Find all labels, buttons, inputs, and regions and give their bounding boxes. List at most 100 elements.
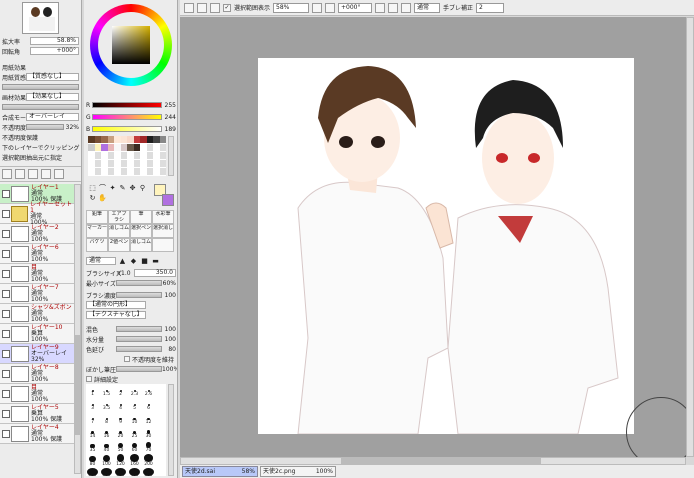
new-folder-icon[interactable] [15,169,25,179]
brush-size-cell[interactable]: 400 [128,468,141,476]
move-icon[interactable]: ✥ [128,184,137,193]
texture-slider[interactable] [2,84,79,90]
brush-size-cell[interactable]: 10 [128,412,141,425]
toolbar-angle-select[interactable]: +000° [338,2,373,13]
visibility-icon[interactable] [2,369,10,378]
zoom-field[interactable]: 58.8% [30,37,79,45]
detail-toggle-icon[interactable] [86,376,92,382]
brush-size-cell[interactable]: 4 [114,398,127,411]
brush-size-cell[interactable]: 500 [142,468,155,476]
toolbar-button-2[interactable] [197,2,207,13]
brush-shape-icon-1[interactable]: ▲ [118,257,127,266]
brush-size-cell[interactable]: 3.5 [100,398,113,411]
detail-row[interactable]: 詳細設定 [84,374,177,384]
toolbar-button-3[interactable] [210,2,220,13]
brush-size-cell[interactable]: 12 [142,412,155,425]
water-slider[interactable] [116,336,162,342]
brush-tool-button[interactable]: 2値ペン [108,238,130,252]
marquee-icon[interactable]: ⬚ [88,184,97,193]
brush-size-cell[interactable]: 100 [100,454,113,467]
brush-size-cell[interactable]: 300 [100,468,113,476]
toolbar-blend-select[interactable]: 通常 [414,2,441,13]
visibility-icon[interactable] [2,269,10,278]
merge-down-icon[interactable] [41,169,51,179]
swatch-grid[interactable] [88,136,166,176]
color-square[interactable] [112,26,150,64]
rotate-right-icon[interactable] [388,2,399,13]
layer-row[interactable]: レイヤー8 通常 100% [0,364,74,384]
b-slider[interactable] [92,126,162,132]
magic-wand-icon[interactable]: ✦ [108,184,117,193]
color-wheel[interactable] [90,4,172,86]
layer-row[interactable]: 目 通常 100% [0,264,74,284]
brush-size-cell[interactable]: 20 [114,426,127,439]
keep-opacity-checkbox[interactable] [124,356,130,362]
brush-tool-button[interactable]: マーカー [86,224,108,238]
brush-size-cell[interactable]: 5 [128,398,141,411]
stabilizer-select[interactable]: 2 [476,2,505,13]
brush-grid-scrollbar[interactable] [168,384,174,476]
color-swatch[interactable] [159,136,166,143]
brush-size-value[interactable]: 350.0 [134,269,176,277]
brush-size-cell[interactable]: 2 [114,384,127,397]
toolbar-zoom-select[interactable]: 58% [273,2,310,13]
layer-row[interactable]: レイヤー7 通常 100% [0,284,74,304]
visibility-icon[interactable] [2,329,10,338]
brush-size-cell[interactable]: 7 [86,412,99,425]
brush-shape-icon-3[interactable]: ■ [140,257,149,266]
canvas-v-scrollbar[interactable] [686,17,694,457]
protect-opacity-option[interactable]: 不透明度保護 [0,132,81,142]
canvas-h-scrollbar[interactable] [180,457,686,465]
layer-row[interactable]: 目 通常 100% [0,384,74,404]
visibility-icon[interactable] [2,429,10,438]
layer-row[interactable]: レイヤー2 通常 100% [0,224,74,244]
brush-tool-button[interactable]: 鉛筆 [86,210,108,224]
density-slider[interactable] [116,292,162,298]
lasso-icon[interactable]: ⌒ [98,184,107,193]
copy-layer-icon[interactable] [28,169,38,179]
layer-row[interactable]: レイヤー6 通常 100% [0,244,74,264]
layer-row[interactable]: シャツ&ズボン 通常 100% [0,304,74,324]
flip-icon[interactable] [401,2,412,13]
delete-layer-icon[interactable] [54,169,64,179]
visibility-icon[interactable] [2,189,10,198]
brush-size-cell[interactable]: 6 [142,398,155,411]
visibility-icon[interactable] [2,309,10,318]
brush-shape-icon-4[interactable]: ▬ [151,257,160,266]
brush-size-cell[interactable]: 25 [128,426,141,439]
g-slider[interactable] [92,114,162,120]
eyedropper-icon[interactable]: ✎ [118,184,127,193]
rotate-icon[interactable]: ↻ [88,194,97,203]
brush-size-cell[interactable]: 160 [128,454,141,467]
brush-size-mult[interactable]: ×1.0 [116,270,134,277]
brush-size-cell[interactable]: 16 [100,426,113,439]
brush-size-cell[interactable]: 350 [114,468,127,476]
brush-size-cell[interactable]: 1.5 [100,384,113,397]
brush-size-cell[interactable]: 3 [86,398,99,411]
visibility-icon[interactable] [2,249,10,258]
brush-texture-select[interactable]: 【テクスチャなし】 [86,311,146,319]
layer-row[interactable]: レイヤーセット1 通常 100% [0,201,74,225]
brush-size-cell[interactable]: 120 [114,454,127,467]
brush-size-cell[interactable]: 40 [100,440,113,453]
layer-row[interactable]: レイヤー10 乗算 100% [0,324,74,344]
new-layer-icon[interactable] [2,169,12,179]
min-size-slider[interactable] [116,280,162,286]
selection-source-option[interactable]: 選択範囲抽出元に指定 [0,152,81,162]
brush-tool-button[interactable] [152,238,174,252]
rotate-left-icon[interactable] [375,2,386,13]
brush-tool-button[interactable]: 選択消し [152,224,174,238]
effect-slider[interactable] [2,104,79,110]
brush-size-cell[interactable]: 14 [86,426,99,439]
zoom-out-icon[interactable] [312,2,323,13]
brush-size-cell[interactable]: 70 [142,440,155,453]
brush-tool-button[interactable]: 筆 [130,210,152,224]
visibility-icon[interactable] [2,389,10,398]
brush-tool-button[interactable]: 水彩筆 [152,210,174,224]
color-swatch[interactable] [159,144,166,151]
color-swatch[interactable] [159,160,166,167]
layer-row[interactable]: レイヤー5 乗算 100% 保護 [0,404,74,424]
effect-select[interactable]: 【効果なし】 [26,93,79,101]
color-swatch[interactable] [159,168,166,175]
brush-size-cell[interactable]: 200 [142,454,155,467]
